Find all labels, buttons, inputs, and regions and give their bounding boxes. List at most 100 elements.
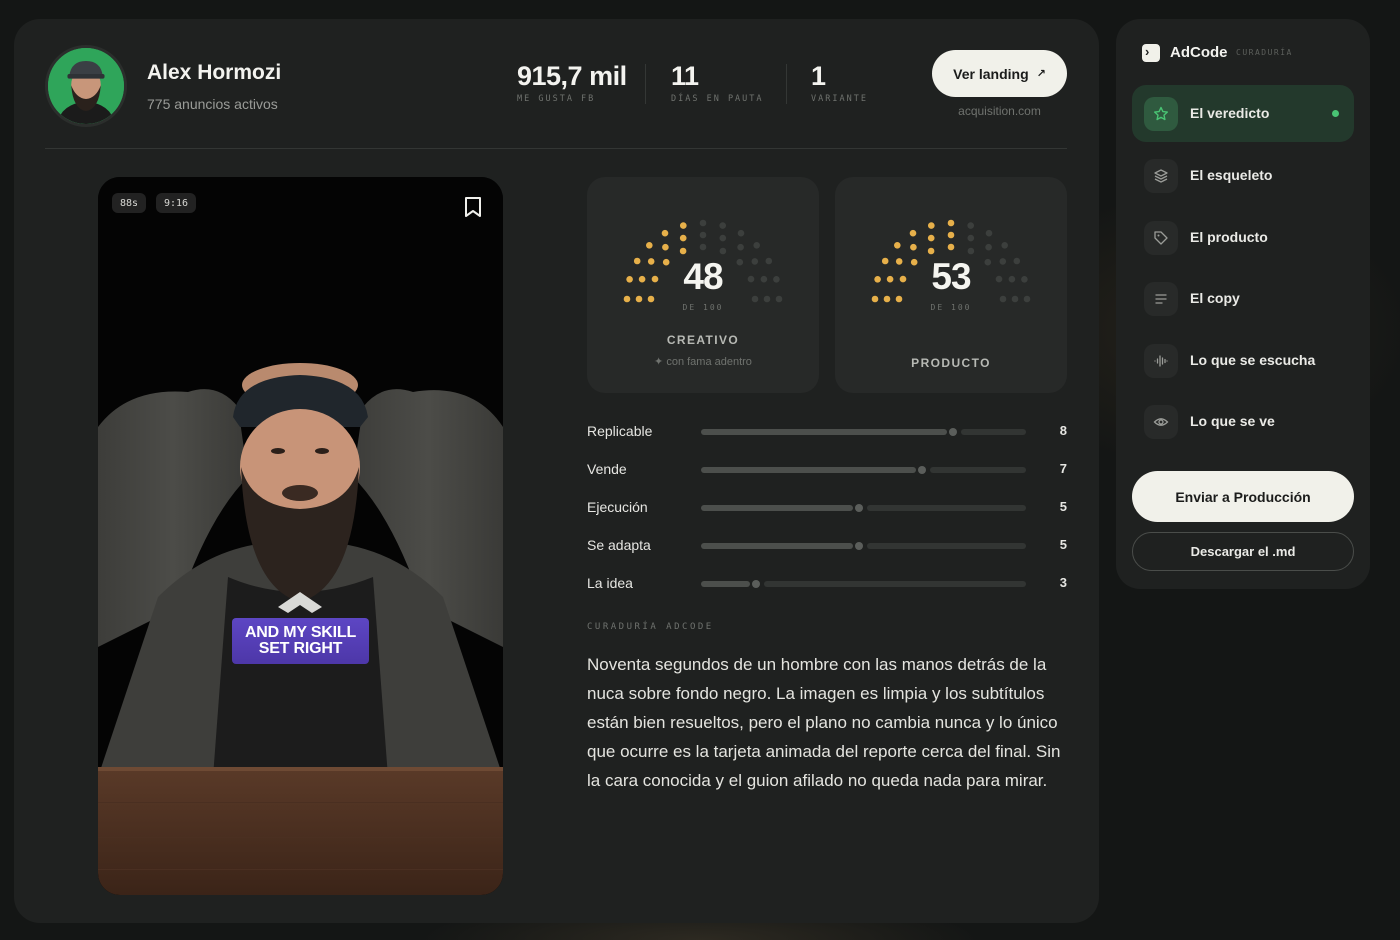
gauge-creative-score: 48 — [683, 256, 723, 297]
stat-variants-label: VARIANTE — [811, 94, 868, 104]
gauge-dot — [909, 229, 917, 237]
gauge-product-label: PRODUCTO — [911, 356, 991, 370]
header-divider — [45, 148, 1067, 149]
metric-row: Ejecución 5 — [587, 497, 1067, 517]
curation-label: CURADURÍA ADCODE — [587, 622, 714, 632]
nav-item-producto[interactable]: El producto — [1132, 209, 1354, 266]
metric-bar — [701, 428, 1026, 436]
profile-name: Alex Hormozi — [147, 61, 282, 84]
stat-variants-value: 1 — [811, 61, 826, 91]
video-frame — [98, 177, 503, 895]
gauge-dot — [947, 231, 955, 239]
nav-label: El veredicto — [1190, 105, 1270, 121]
nav-item-ve[interactable]: Lo que se ve — [1132, 393, 1354, 450]
metric-label: Replicable — [587, 423, 653, 439]
metric-bar-track — [867, 543, 1026, 549]
gauge-product-max: DE 100 — [930, 303, 972, 312]
metric-bar-marker — [918, 466, 926, 474]
gauge-dot — [680, 222, 687, 229]
gauge-dot — [737, 243, 744, 251]
stat-likes-value: 915,7 mil — [517, 61, 627, 91]
nav-item-copy[interactable]: El copy — [1132, 270, 1354, 327]
landing-domain[interactable]: acquisition.com — [932, 104, 1067, 118]
metric-bar — [701, 580, 1026, 588]
gauge-dot — [661, 229, 669, 237]
arrow-up-right-icon: ↗ — [1036, 68, 1046, 80]
metric-bar-track — [930, 467, 1026, 473]
metric-label: Se adapta — [587, 537, 651, 553]
gauge-dot — [737, 229, 745, 237]
active-ads-count: 775 anuncios activos — [147, 96, 278, 112]
metric-row: Replicable 8 — [587, 421, 1067, 441]
nav-item-esqueleto[interactable]: El esqueleto — [1132, 147, 1354, 204]
audio-wave-icon — [1144, 344, 1178, 378]
gauge-dot — [699, 219, 707, 227]
metric-label: Vende — [587, 461, 627, 477]
stat-days-label: DÍAS EN PAUTA — [671, 94, 764, 104]
metric-label: Ejecución — [587, 499, 648, 515]
gauge-dot — [927, 247, 935, 255]
gauge-dot — [927, 234, 935, 242]
text-lines-icon — [1144, 282, 1178, 316]
brand-subtitle: CURADURÍA — [1236, 48, 1293, 57]
metric-bar-fill — [701, 543, 853, 549]
gauge-dot — [1001, 242, 1008, 249]
gauge-creative-label: CREATIVO — [666, 333, 740, 347]
video-caption: AND MY SKILL SET RIGHT — [232, 618, 369, 664]
gauge-dot — [662, 243, 669, 251]
gauge-dot — [699, 231, 707, 239]
gauge-dot — [928, 222, 935, 229]
nav-item-veredicto[interactable]: El veredicto — [1132, 85, 1354, 142]
gauge-dot — [894, 242, 901, 249]
metric-bar-marker — [855, 504, 863, 512]
curation-text: Noventa segundos de un hombre con las ma… — [587, 655, 1061, 790]
avatar — [45, 45, 127, 127]
gauge-product-score: 53 — [931, 256, 971, 297]
gauge-dot — [985, 243, 992, 251]
eye-icon — [1144, 405, 1178, 439]
metric-bar — [701, 542, 1026, 550]
video-preview[interactable]: 88s 9:16 AND MY SKILL SET RIGHT — [98, 177, 503, 895]
metric-value: 8 — [1059, 423, 1067, 438]
download-md-button[interactable]: Descargar el .md — [1132, 532, 1354, 571]
nav-label: El esqueleto — [1190, 167, 1273, 183]
gauge-dot — [699, 243, 707, 251]
stat-days: 11 DÍAS EN PAUTA — [671, 61, 764, 104]
metric-row: Se adapta 5 — [587, 535, 1067, 555]
view-landing-label: Ver landing — [953, 65, 1029, 82]
view-landing-button[interactable]: Ver landing ↗ — [932, 50, 1067, 97]
stat-days-value: 11 — [671, 61, 699, 91]
metric-bar — [701, 504, 1026, 512]
gauge-creative: 48 DE 100 CREATIVO ✦ con fama adentro — [587, 177, 819, 393]
star-icon — [1144, 97, 1178, 131]
metric-label: La idea — [587, 575, 633, 591]
gauge-dot — [753, 242, 760, 249]
gauge-dot — [967, 222, 974, 229]
metric-bar-fill — [701, 581, 750, 587]
gauge-dot — [679, 234, 687, 242]
metric-value: 7 — [1059, 461, 1067, 476]
metric-bar-fill — [701, 505, 853, 511]
nav-item-escucha[interactable]: Lo que se escucha — [1132, 332, 1354, 389]
stat-likes-label: ME GUSTA FB — [517, 94, 596, 104]
metric-value: 3 — [1059, 575, 1067, 590]
gauge-dot — [985, 229, 993, 237]
gauge-dot — [679, 247, 687, 255]
gauge-dot — [947, 219, 955, 227]
bookmark-icon[interactable] — [464, 196, 482, 218]
video-ratio-badge: 9:16 — [156, 193, 197, 213]
metric-value: 5 — [1059, 537, 1067, 552]
caption-line-2: SET RIGHT — [258, 640, 343, 657]
gauge-dot — [719, 234, 727, 242]
stat-likes: 915,7 mil ME GUSTA FB — [517, 61, 627, 104]
gauge-creative-max: DE 100 — [682, 303, 724, 312]
metric-row: Vende 7 — [587, 459, 1067, 479]
gauge-dot — [910, 243, 917, 251]
metric-bar-fill — [701, 467, 916, 473]
adcode-logo-icon: › — [1142, 44, 1160, 62]
layers-icon — [1144, 159, 1178, 193]
brand-name: AdCode — [1170, 44, 1228, 61]
stat-variants: 1 VARIANTE — [811, 61, 868, 104]
gauge-dot — [646, 242, 653, 249]
send-to-production-button[interactable]: Enviar a Producción — [1132, 471, 1354, 522]
